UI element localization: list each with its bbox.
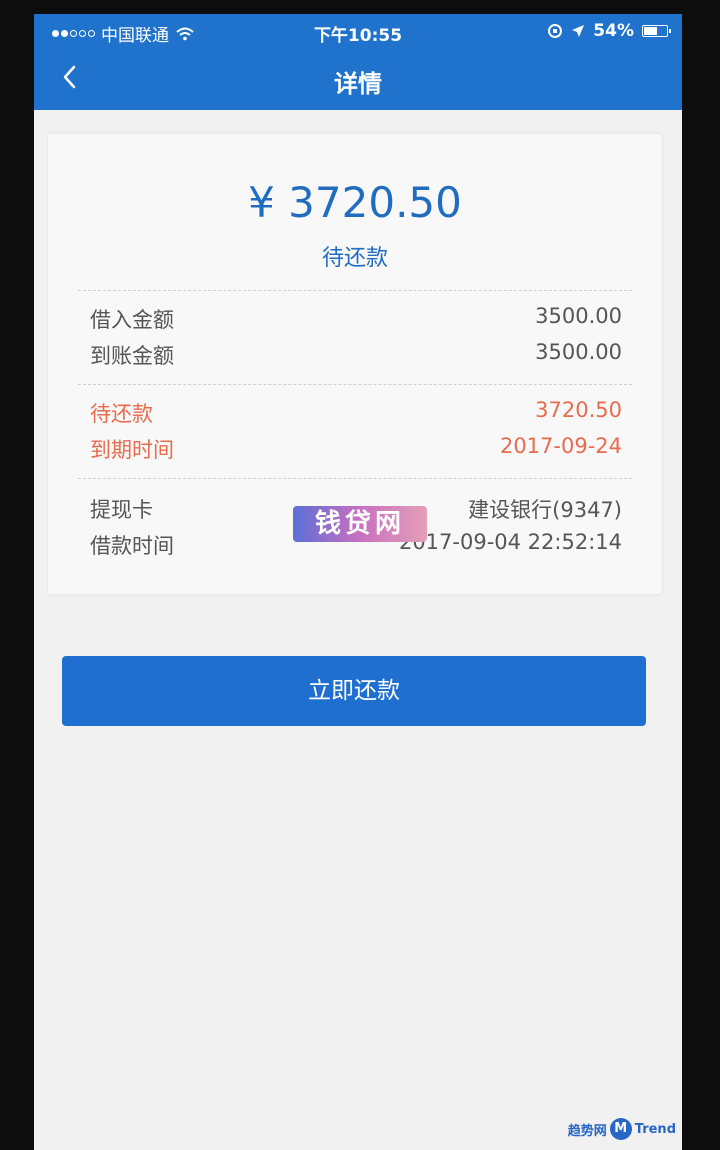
footer-watermark: 趋势网 M Trend (568, 1118, 676, 1140)
navigation-bar: 详情 (34, 48, 682, 110)
footer-trend: Trend (634, 1121, 676, 1137)
battery-percent: 54% (593, 21, 634, 41)
page-title: 详情 (334, 70, 382, 98)
pending-repayment-row: 待还款 3720.50 (90, 398, 622, 430)
battery-icon (642, 25, 671, 37)
watermark-logo: 钱贷网 (293, 506, 427, 542)
row-value: 3500.00 (535, 340, 622, 364)
outstanding-amount: ¥ 3720.50 (248, 178, 462, 227)
row-label: 借款时间 (90, 534, 174, 558)
row-value: 2017-09-24 (499, 434, 622, 458)
row-value: 3720.50 (535, 398, 622, 422)
row-value: 2017-09-04 22:52:14 (398, 530, 622, 554)
orientation-lock-icon (548, 24, 563, 38)
outstanding-label: 待还款 (321, 246, 388, 271)
row-label: 借入金额 (90, 308, 174, 332)
row-label: 到期时间 (90, 438, 174, 462)
divider (78, 384, 632, 385)
row-label: 提现卡 (90, 498, 153, 522)
row-label: 待还款 (90, 402, 153, 426)
app-screen: 中国联通 下午10:55 54% 详情 ¥ 3720.50 待还款 借入金额 3… (34, 14, 682, 1150)
footer-brand: 趋势网 (567, 1123, 607, 1139)
due-date-row: 到期时间 2017-09-24 (90, 434, 622, 466)
repay-now-button[interactable]: 立即还款 (62, 656, 646, 726)
trend-logo-icon: M (609, 1118, 632, 1140)
row-label: 到账金额 (90, 344, 174, 368)
location-icon (572, 25, 585, 37)
row-value: 建设银行(9347) (468, 498, 622, 522)
borrowed-amount-row: 借入金额 3500.00 (90, 304, 622, 336)
received-amount-row: 到账金额 3500.00 (90, 340, 622, 372)
status-bar: 中国联通 下午10:55 54% (34, 14, 682, 48)
loan-detail-card: ¥ 3720.50 待还款 借入金额 3500.00 到账金额 3500.00 … (48, 134, 662, 594)
divider (78, 290, 632, 291)
battery-fill (644, 27, 657, 35)
row-value: 3500.00 (535, 304, 622, 328)
divider (78, 478, 632, 479)
status-right: 54% (547, 21, 671, 41)
